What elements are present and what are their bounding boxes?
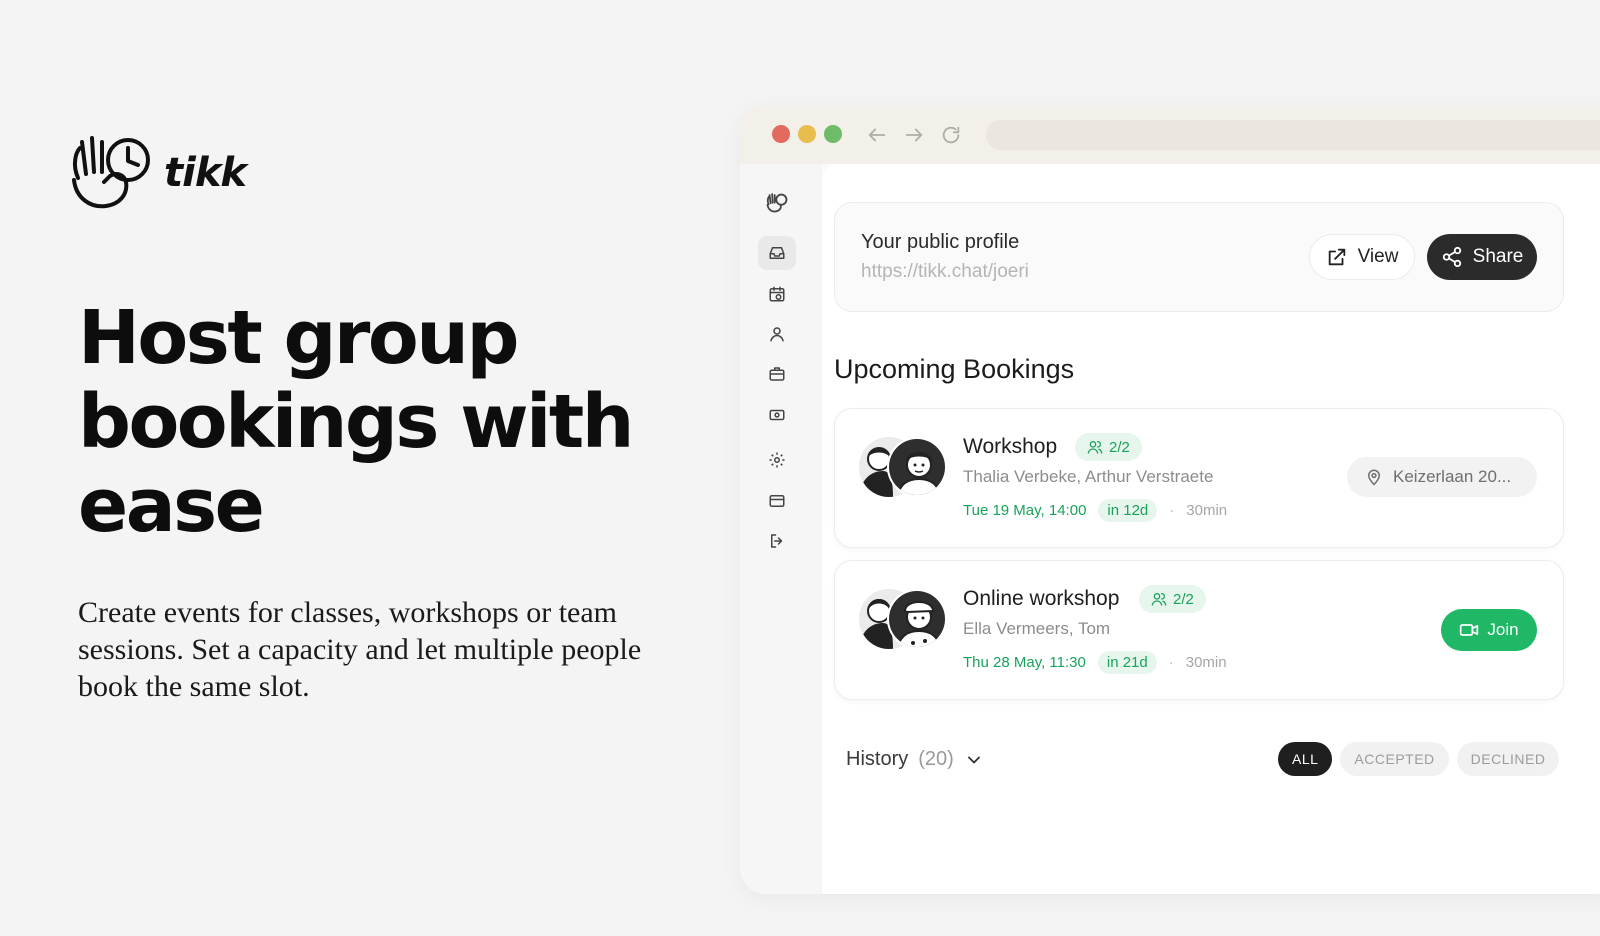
join-button[interactable]: Join [1441, 609, 1537, 651]
browser-titlebar [740, 106, 1600, 164]
minimize-window-dot[interactable] [798, 125, 816, 143]
booking-title: Workshop [963, 435, 1058, 458]
booking-date: Thu 28 May, 11:30 [963, 654, 1086, 671]
users-icon [1151, 593, 1167, 606]
location-label: Keizerlaan 20... [1393, 467, 1512, 486]
users-icon [1087, 441, 1103, 454]
close-window-dot[interactable] [772, 125, 790, 143]
hero-headline: Host group bookings with ease [78, 295, 634, 549]
capacity-value: 2/2 [1109, 438, 1130, 456]
forward-arrow-icon[interactable] [901, 122, 927, 148]
video-icon [1460, 624, 1479, 636]
money-icon[interactable] [758, 398, 796, 432]
avatar [887, 437, 947, 497]
view-label: View [1357, 246, 1399, 267]
browser-window: Your public profile https://tikk.chat/jo… [740, 106, 1600, 894]
filter-accepted[interactable]: ACCEPTED [1340, 742, 1449, 776]
capacity-badge: 2/2 [1075, 433, 1142, 461]
maximize-window-dot[interactable] [824, 125, 842, 143]
brand-logo: tikk [68, 134, 247, 212]
back-arrow-icon[interactable] [864, 122, 890, 148]
filter-all[interactable]: ALL [1278, 742, 1333, 776]
profile-title: Your public profile [861, 231, 1020, 253]
join-label: Join [1487, 620, 1519, 639]
main-content: Your public profile https://tikk.chat/jo… [822, 164, 1600, 894]
profile-url[interactable]: https://tikk.chat/joeri [861, 261, 1029, 283]
hand-clock-logo-icon [72, 136, 150, 209]
share-icon [1442, 246, 1461, 268]
chevron-down-icon [967, 756, 980, 763]
capacity-badge: 2/2 [1139, 585, 1206, 613]
public-profile-card: Your public profile https://tikk.chat/jo… [834, 202, 1564, 312]
history-filters: ALL ACCEPTED DECLINED [1278, 742, 1560, 776]
booking-relative-time: in 12d [1098, 499, 1158, 522]
booking-duration: 30min [1186, 502, 1228, 519]
booking-attendees: Ella Vermeers, Tom [963, 619, 1111, 638]
booking-meta: Thu 28 May, 11:30 in 21d · 30min [963, 651, 1227, 674]
reload-icon[interactable] [938, 122, 964, 148]
upcoming-bookings-title: Upcoming Bookings [834, 354, 1075, 384]
history-count: (20) [918, 748, 954, 770]
hero-subtext: Create events for classes, workshops or … [78, 596, 642, 703]
avatar [887, 589, 947, 649]
booking-duration: 30min [1185, 654, 1227, 671]
history-label: History [846, 748, 909, 770]
booking-title: Online workshop [963, 587, 1120, 610]
meta-separator: · [1168, 654, 1174, 671]
meta-separator: · [1169, 502, 1175, 519]
booking-meta: Tue 19 May, 14:00 in 12d · 30min [963, 499, 1227, 522]
user-icon[interactable] [758, 317, 796, 351]
brand-name: tikk [164, 150, 247, 196]
app-sidebar [740, 164, 822, 894]
capacity-value: 2/2 [1173, 590, 1194, 608]
booking-relative-time: in 21d [1097, 651, 1157, 674]
logo-icon[interactable] [758, 186, 796, 220]
credit-card-icon[interactable] [758, 484, 796, 518]
view-profile-button[interactable]: View [1309, 234, 1415, 280]
gear-icon[interactable] [758, 443, 796, 477]
share-profile-button[interactable]: Share [1427, 234, 1537, 280]
booking-card[interactable]: Online workshop 2/2 Ella Vermeers, Tom T… [834, 560, 1564, 700]
filter-declined[interactable]: DECLINED [1456, 742, 1560, 776]
briefcase-icon[interactable] [758, 357, 796, 391]
logout-icon[interactable] [758, 524, 796, 558]
calendar-clock-icon[interactable] [758, 277, 796, 311]
booking-attendees: Thalia Verbeke, Arthur Verstraete [963, 467, 1214, 486]
map-pin-icon [1367, 469, 1381, 486]
booking-card[interactable]: Workshop 2/2 Thalia Verbeke, Arthur Vers… [834, 408, 1564, 548]
address-bar[interactable] [986, 120, 1600, 150]
external-link-icon [1328, 248, 1345, 266]
attendee-avatars [859, 589, 947, 649]
booking-date: Tue 19 May, 14:00 [963, 502, 1087, 519]
location-pill[interactable]: Keizerlaan 20... [1347, 457, 1537, 497]
attendee-avatars [859, 437, 947, 497]
history-toggle[interactable]: History (20) [846, 748, 984, 771]
share-label: Share [1472, 246, 1524, 267]
inbox-icon[interactable] [758, 236, 796, 270]
